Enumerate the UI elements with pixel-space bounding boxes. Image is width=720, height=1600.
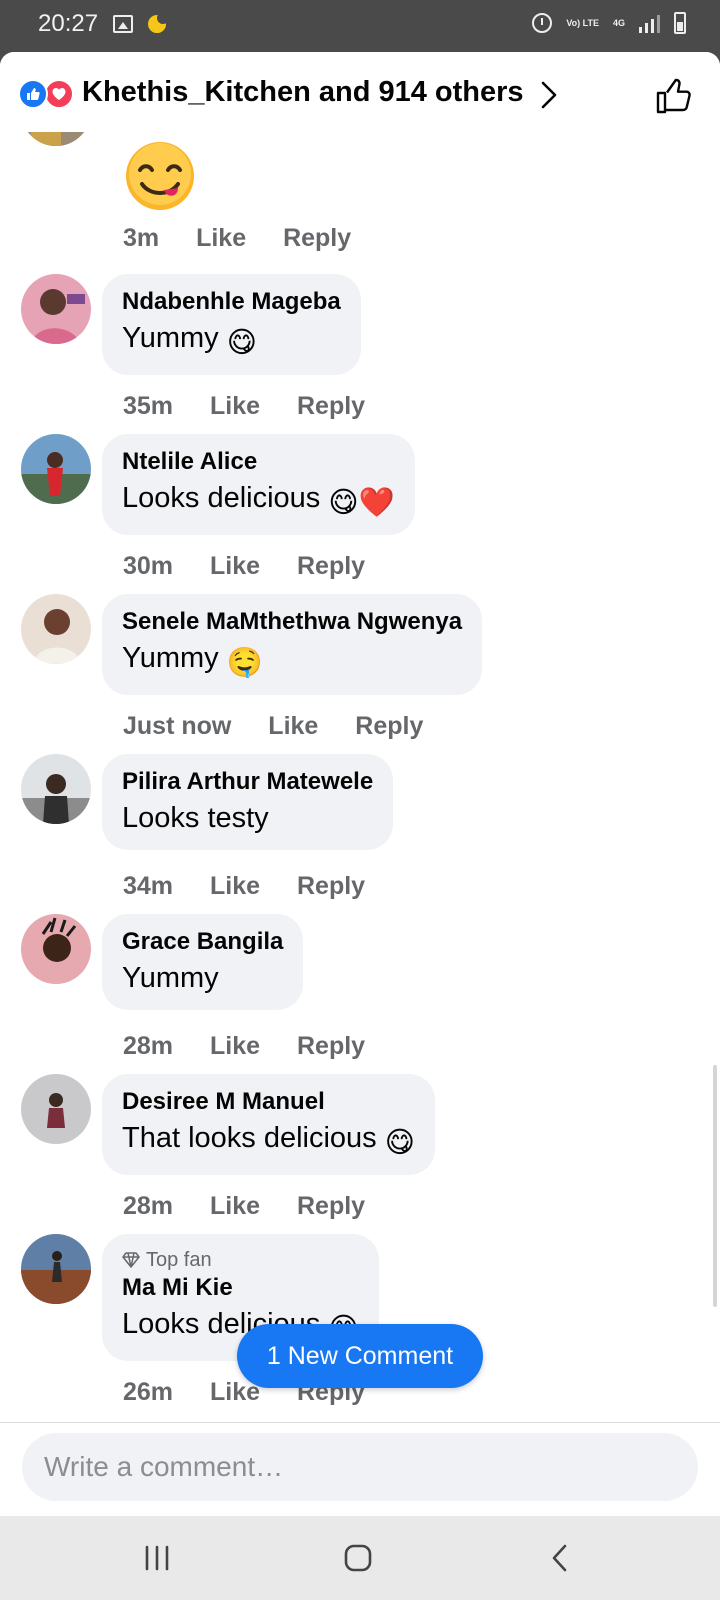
reply-link[interactable]: Reply: [297, 872, 365, 900]
comment-item: Pilira Arthur Matewele Looks testy 34m L…: [0, 754, 720, 914]
status-icons: Vo) LTE 4G: [532, 12, 686, 34]
avatar[interactable]: [21, 132, 91, 146]
like-link[interactable]: Like: [268, 712, 318, 740]
comment-time: 35m: [123, 392, 174, 420]
comment-text: Yummy 😋: [122, 318, 341, 363]
avatar[interactable]: [21, 1234, 91, 1304]
comment-emoji: 🤤: [226, 647, 263, 679]
comment-author[interactable]: Ntelile Alice: [122, 446, 395, 478]
comment-text: Yummy 🤤: [122, 638, 462, 683]
likers-summary[interactable]: Khethis_Kitchen and 914 others: [82, 76, 524, 109]
comment-item: 3m Like Reply: [0, 132, 720, 262]
scrollbar[interactable]: [713, 1065, 717, 1307]
moon-icon: [148, 12, 169, 33]
comment-time: 30m: [123, 552, 174, 580]
comment-emoji: 😋: [226, 327, 257, 359]
alarm-icon: [532, 13, 553, 33]
comment-emoji: 😋❤️: [328, 487, 395, 519]
comment-bubble[interactable]: Ntelile Alice Looks delicious 😋❤️: [102, 434, 415, 535]
reply-link[interactable]: Reply: [297, 392, 365, 420]
gallery-icon: [113, 15, 133, 33]
reply-link[interactable]: Reply: [297, 1192, 365, 1220]
comment-time: 28m: [123, 1032, 174, 1060]
like-link[interactable]: Like: [210, 1032, 260, 1060]
comment-bubble[interactable]: Ndabenhle Mageba Yummy 😋: [102, 274, 361, 375]
comment-emoji: [124, 140, 196, 217]
comment-bubble[interactable]: Grace Bangila Yummy: [102, 914, 304, 1010]
comment-time: Just now: [123, 712, 232, 740]
avatar[interactable]: [21, 434, 91, 504]
avatar[interactable]: [21, 594, 91, 664]
comment-meta: Just now Like Reply: [123, 712, 453, 741]
comment-time: 3m: [123, 224, 160, 252]
comment-author[interactable]: Ndabenhle Mageba: [122, 286, 341, 318]
comment-author[interactable]: Pilira Arthur Matewele: [122, 766, 373, 798]
comment-author[interactable]: Desiree M Manuel: [122, 1086, 415, 1118]
4g-icon: 4G: [612, 18, 625, 28]
comment-author[interactable]: Ma Mi Kie: [122, 1272, 359, 1304]
reactions-header: Khethis_Kitchen and 914 others: [0, 52, 720, 132]
comment-input[interactable]: [22, 1433, 698, 1501]
like-link[interactable]: Like: [210, 1192, 260, 1220]
back-icon[interactable]: [540, 1538, 580, 1578]
avatar[interactable]: [21, 1074, 91, 1144]
comment-item: Senele MaMthethwa Ngwenya Yummy 🤤 Just n…: [0, 594, 720, 754]
like-reaction-icon: [18, 79, 48, 109]
comment-author[interactable]: Grace Bangila: [122, 926, 283, 958]
diamond-icon: [122, 1252, 140, 1268]
recent-apps-icon[interactable]: [137, 1538, 177, 1578]
comment-emoji: 😋: [384, 1127, 415, 1159]
comment-item: Grace Bangila Yummy 28m Like Reply: [0, 914, 720, 1074]
like-link[interactable]: Like: [210, 552, 260, 580]
battery-icon: [674, 12, 686, 34]
comment-list[interactable]: 3m Like Reply Ndabenhle Mageba Yummy 😋 3…: [0, 132, 720, 1422]
comment-item: Ntelile Alice Looks delicious 😋❤️ 30m Li…: [0, 434, 720, 594]
comment-text: Yummy: [122, 962, 219, 994]
comment-meta: 28m Like Reply: [123, 1192, 395, 1221]
new-comment-button[interactable]: 1 New Comment: [237, 1324, 483, 1388]
comment-meta: 3m Like Reply: [123, 224, 381, 253]
comment-time: 28m: [123, 1192, 174, 1220]
system-nav-bar: [0, 1516, 720, 1600]
comment-bubble[interactable]: Senele MaMthethwa Ngwenya Yummy 🤤: [102, 594, 483, 695]
comment-meta: 35m Like Reply: [123, 392, 395, 421]
top-fan-badge: Top fan: [122, 1248, 359, 1272]
avatar[interactable]: [21, 274, 91, 344]
avatar[interactable]: [21, 754, 91, 824]
comments-sheet: Khethis_Kitchen and 914 others 3m Like R…: [0, 52, 720, 1516]
comment-meta: 30m Like Reply: [123, 552, 395, 581]
comment-meta: 28m Like Reply: [123, 1032, 395, 1061]
comment-text: That looks delicious 😋: [122, 1118, 415, 1163]
signal-icon: [639, 13, 660, 33]
comment-bubble[interactable]: Desiree M Manuel That looks delicious 😋: [102, 1074, 435, 1175]
comment-item: Ndabenhle Mageba Yummy 😋 35m Like Reply: [0, 274, 720, 434]
status-time: 20:27: [38, 10, 99, 37]
reply-link[interactable]: Reply: [355, 712, 423, 740]
love-reaction-icon: [44, 79, 74, 109]
comment-meta: 34m Like Reply: [123, 872, 395, 901]
chevron-right-icon[interactable]: [536, 80, 562, 110]
thumbs-up-icon[interactable]: [654, 76, 694, 116]
comment-text: Looks delicious 😋❤️: [122, 478, 395, 523]
like-link[interactable]: Like: [210, 872, 260, 900]
reaction-icons[interactable]: [18, 79, 76, 109]
reply-link[interactable]: Reply: [297, 552, 365, 580]
volte-icon: Vo) LTE: [566, 18, 599, 28]
comment-time: 26m: [123, 1378, 174, 1406]
reply-link[interactable]: Reply: [283, 224, 351, 252]
like-link[interactable]: Like: [210, 392, 260, 420]
comment-composer: [0, 1422, 720, 1516]
comment-time: 34m: [123, 872, 174, 900]
reply-link[interactable]: Reply: [297, 1032, 365, 1060]
comment-item: Desiree M Manuel That looks delicious 😋 …: [0, 1074, 720, 1234]
avatar[interactable]: [21, 914, 91, 984]
comment-bubble[interactable]: Pilira Arthur Matewele Looks testy: [102, 754, 394, 850]
comment-text: Looks testy: [122, 802, 269, 834]
status-bar: 20:27 Vo) LTE 4G: [0, 0, 720, 52]
home-icon[interactable]: [338, 1538, 378, 1578]
like-link[interactable]: Like: [196, 224, 246, 252]
comment-author[interactable]: Senele MaMthethwa Ngwenya: [122, 606, 462, 638]
